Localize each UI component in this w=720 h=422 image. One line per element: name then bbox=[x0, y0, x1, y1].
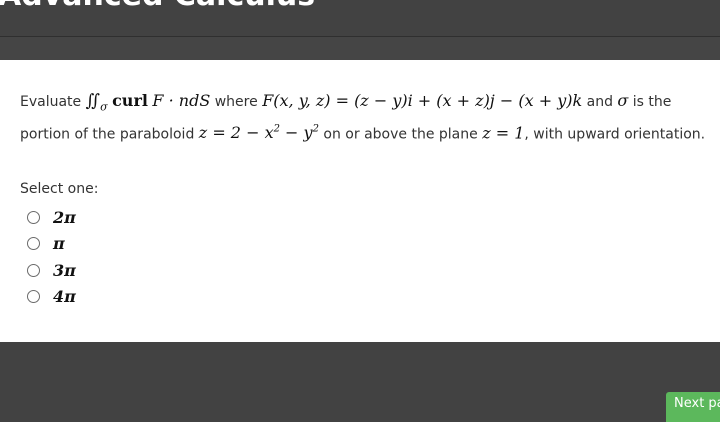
footer-bar: Next page bbox=[0, 342, 720, 422]
header-bar: Advanced Calculus bbox=[0, 0, 720, 36]
integral-subscript: σ bbox=[100, 100, 108, 114]
answer-label[interactable]: 3π bbox=[53, 261, 76, 280]
answer-option-b[interactable]: π bbox=[27, 231, 76, 258]
course-title: Advanced Calculus bbox=[0, 0, 315, 13]
answer-option-d[interactable]: 4π bbox=[27, 284, 76, 311]
answer-option-c[interactable]: 3π bbox=[27, 257, 76, 284]
radio-button[interactable] bbox=[27, 237, 40, 251]
radio-button[interactable] bbox=[27, 290, 40, 304]
field-lhs: F(x, y, z) = bbox=[262, 91, 355, 110]
question-text: Evaluate ∬σ curl F · ndS where F(x, y, z… bbox=[20, 90, 710, 146]
header-subbar bbox=[0, 37, 720, 60]
select-one-label: Select one: bbox=[20, 181, 99, 197]
paraboloid-equation: z = 2 − x2 − y2 bbox=[199, 123, 319, 142]
answer-option-a[interactable]: 2π bbox=[27, 204, 76, 231]
radio-button[interactable] bbox=[27, 263, 40, 277]
paraboloid-eq-part2: − y bbox=[279, 123, 313, 143]
text-on-above: on or above the plane bbox=[323, 126, 478, 143]
sigma-symbol: σ bbox=[617, 91, 629, 110]
answer-label[interactable]: 4π bbox=[53, 287, 76, 306]
word-and: and bbox=[586, 94, 613, 110]
integrand-curl: curl bbox=[112, 91, 148, 110]
integrand-rest: F · ndS bbox=[152, 91, 211, 110]
word-where: where bbox=[214, 94, 258, 110]
radio-button[interactable] bbox=[27, 210, 40, 224]
double-integral: ∬σ bbox=[85, 91, 108, 114]
next-page-button[interactable]: Next page bbox=[666, 392, 720, 422]
answer-options: 2π π 3π 4π bbox=[27, 204, 76, 310]
paraboloid-exp2: 2 bbox=[312, 123, 319, 135]
integral-symbol: ∬ bbox=[85, 91, 101, 111]
answer-label[interactable]: π bbox=[53, 234, 65, 253]
paraboloid-eq-part1: z = 2 − x bbox=[198, 123, 274, 143]
text-orientation: , with upward orientation. bbox=[524, 126, 706, 143]
field-rhs: (z − y)i + (x + z)j − (x + y)k bbox=[354, 91, 583, 110]
plane-equation: z = 1 bbox=[482, 123, 525, 143]
answer-label[interactable]: 2π bbox=[53, 208, 76, 227]
question-card: Evaluate ∬σ curl F · ndS where F(x, y, z… bbox=[0, 60, 720, 342]
word-evaluate: Evaluate bbox=[20, 94, 82, 110]
